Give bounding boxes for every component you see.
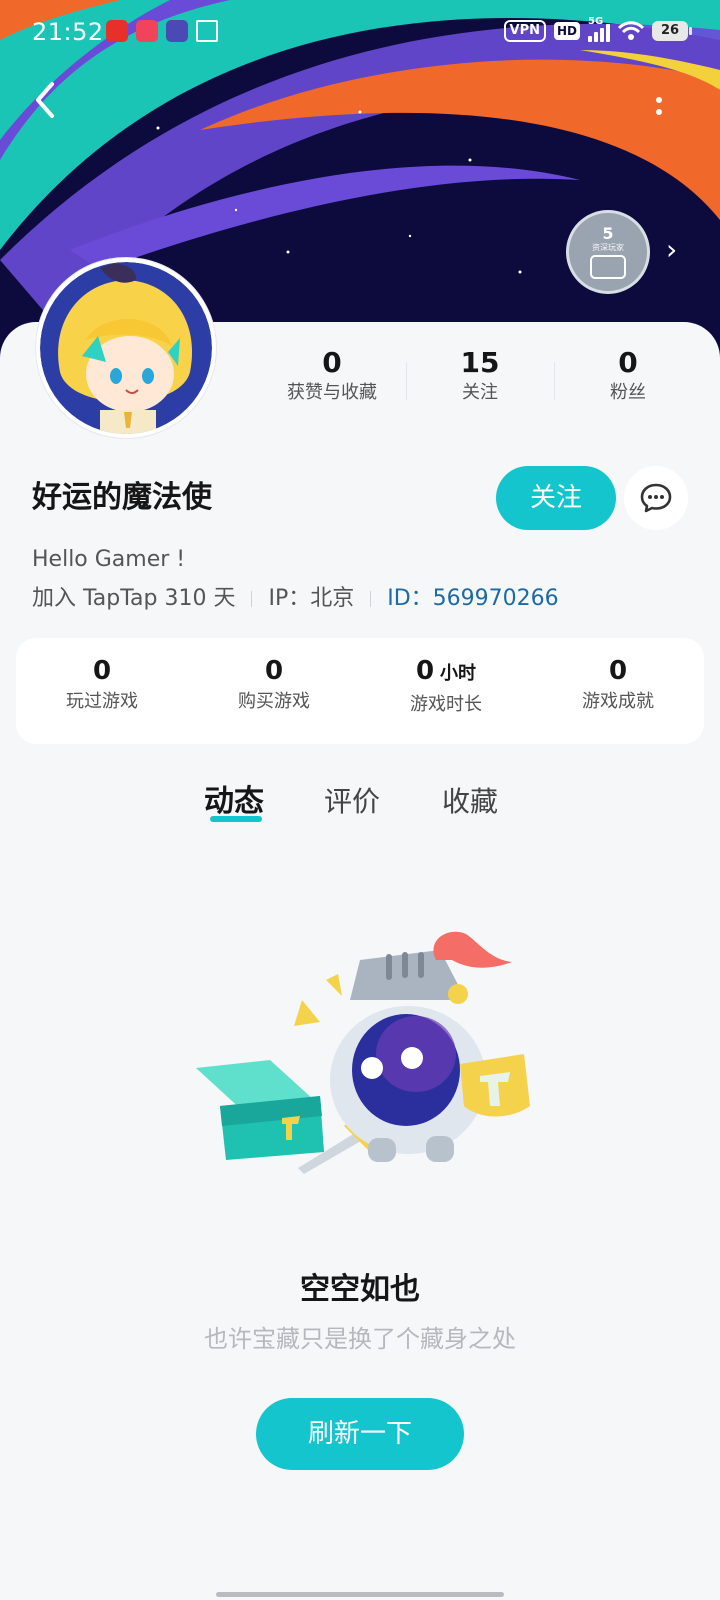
tab-favorites[interactable]: 收藏 — [442, 780, 498, 824]
stripe-app-icon — [196, 20, 218, 42]
wifi-icon — [618, 21, 644, 40]
game-app-icon — [136, 20, 158, 42]
notification-icons — [106, 20, 218, 42]
stat-likes[interactable]: 0 获赞与收藏 — [258, 346, 406, 408]
stat-played-games[interactable]: 0 玩过游戏 — [16, 638, 188, 744]
network-type: 5G — [588, 16, 604, 27]
level-badge[interactable]: 5 资深玩家 — [566, 210, 650, 294]
empty-state-illustration — [190, 930, 550, 1200]
follow-button[interactable]: 关注 — [496, 466, 616, 530]
empty-state-subtitle: 也许宝藏只是换了个藏身之处 — [204, 1325, 516, 1353]
stat-value: 0 — [322, 346, 342, 379]
content-tabs: 动态 评价 收藏 — [0, 780, 720, 840]
level-number: 5 — [602, 224, 614, 243]
stat-label: 玩过游戏 — [66, 691, 138, 712]
stat-label: 获赞与收藏 — [287, 382, 377, 403]
ip-location: IP：北京 — [268, 586, 355, 611]
stat-value: 15 — [460, 346, 500, 379]
status-time: 21:52 — [32, 18, 104, 46]
social-stats: 0 获赞与收藏 15 关注 0 粉丝 — [258, 346, 702, 408]
signal-icon: 5G — [588, 16, 610, 42]
hd-icon: HD — [553, 22, 580, 40]
stat-label: 粉丝 — [610, 382, 646, 403]
stat-value: 0 — [264, 656, 284, 686]
status-bar: 21:52 VPN HD 5G 26 — [0, 0, 720, 68]
avatar[interactable] — [36, 258, 216, 438]
game-stats-card: 0 玩过游戏 0 购买游戏 0 小时 游戏时长 0 游戏成就 — [16, 638, 704, 744]
more-vertical-icon — [656, 97, 662, 103]
join-duration: 加入 TapTap 310 天 — [32, 586, 236, 611]
stat-label: 购买游戏 — [238, 691, 310, 712]
chevron-right-icon[interactable]: › — [666, 236, 677, 264]
back-button[interactable] — [30, 80, 70, 124]
stat-following[interactable]: 15 关注 — [406, 346, 554, 408]
stat-followers[interactable]: 0 粉丝 — [554, 346, 702, 408]
system-icons: VPN HD 5G 26 — [503, 16, 692, 42]
battery-icon: 26 — [652, 21, 692, 41]
active-tab-indicator — [210, 816, 262, 822]
divider — [251, 591, 253, 607]
stat-value: 0 — [415, 656, 435, 686]
stat-play-time[interactable]: 0 小时 游戏时长 — [360, 638, 532, 744]
stat-label: 关注 — [462, 382, 498, 403]
stat-unit: 小时 — [440, 663, 477, 684]
more-button[interactable] — [644, 84, 674, 128]
stat-achievements[interactable]: 0 游戏成就 — [532, 638, 704, 744]
music-app-icon — [106, 20, 128, 42]
divider — [370, 591, 372, 607]
bio: Hello Gamer ! — [32, 547, 186, 572]
profile-info: 加入 TapTap 310 天 IP：北京 ID：569970266 — [32, 582, 559, 616]
stat-label: 游戏时长 — [410, 694, 482, 715]
refresh-button[interactable]: 刷新一下 — [256, 1398, 464, 1470]
chevron-left-icon — [36, 82, 54, 118]
stat-value: 0 — [618, 346, 638, 379]
stat-value: 0 — [608, 656, 628, 686]
gamepad-icon — [590, 255, 626, 279]
message-button[interactable] — [624, 466, 688, 530]
community-app-icon — [166, 20, 188, 42]
tab-reviews[interactable]: 评价 — [324, 780, 380, 824]
empty-state-title: 空空如也 — [300, 1272, 420, 1307]
level-caption: 资深玩家 — [592, 243, 624, 252]
stat-label: 游戏成就 — [582, 691, 654, 712]
stat-purchased-games[interactable]: 0 购买游戏 — [188, 638, 360, 744]
home-indicator[interactable] — [216, 1592, 504, 1597]
stat-value: 0 — [92, 656, 112, 686]
username: 好运的魔法使 — [32, 480, 212, 515]
chat-bubble-icon — [640, 483, 672, 513]
user-id[interactable]: ID：569970266 — [387, 582, 558, 616]
vpn-icon: VPN — [503, 20, 546, 42]
